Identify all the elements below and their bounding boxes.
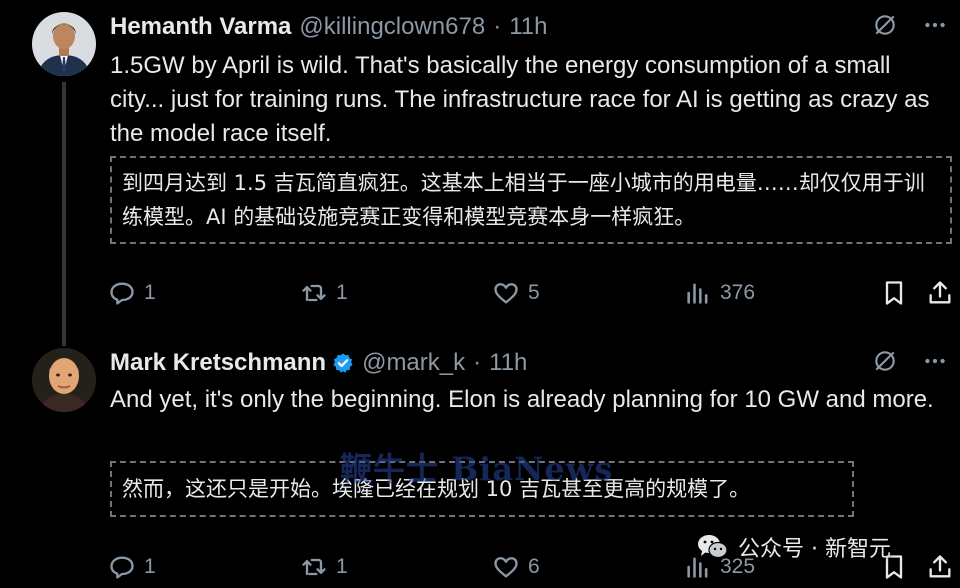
views-count: 376 bbox=[720, 281, 756, 304]
tweet-top-actions bbox=[872, 348, 948, 374]
like-icon bbox=[492, 553, 520, 581]
author-handle[interactable]: @mark_k bbox=[362, 349, 465, 377]
like-icon bbox=[492, 279, 520, 307]
reply-icon bbox=[108, 553, 136, 581]
repost-button[interactable]: 1 bbox=[300, 553, 492, 581]
bookmark-button[interactable] bbox=[880, 279, 926, 307]
tweet-actions: 1 1 5 376 bbox=[108, 276, 960, 310]
wechat-label-text: 公众号 · 新智元 bbox=[738, 537, 891, 562]
author-name[interactable]: Hemanth Varma bbox=[110, 13, 291, 41]
timestamp[interactable]: 11h bbox=[489, 349, 527, 377]
reply-button[interactable]: 1 bbox=[108, 279, 300, 307]
repost-count: 1 bbox=[336, 555, 348, 578]
author-name[interactable]: Mark Kretschmann bbox=[110, 349, 326, 377]
timestamp[interactable]: 11h bbox=[509, 13, 547, 41]
tweet[interactable]: Hemanth Varma @killingclown678 · 11h 1.5… bbox=[0, 0, 960, 346]
separator: · bbox=[473, 349, 482, 376]
bookmark-icon bbox=[880, 279, 908, 307]
reply-count: 1 bbox=[144, 555, 156, 578]
tweet-header: Mark Kretschmann @mark_k · 11h bbox=[110, 348, 527, 378]
reply-icon bbox=[108, 279, 136, 307]
share-button[interactable] bbox=[926, 553, 960, 581]
avatar-image bbox=[32, 12, 96, 76]
views-button[interactable]: 376 bbox=[684, 279, 880, 307]
avatar-image bbox=[32, 348, 96, 412]
like-count: 5 bbox=[528, 281, 540, 304]
wechat-account-label: 公众号 · 新智元 bbox=[696, 530, 891, 564]
translation-box: 到四月达到 1.5 吉瓦简直疯狂。这基本上相当于一座小城市的用电量……却仅仅用于… bbox=[110, 156, 952, 244]
share-icon bbox=[926, 279, 954, 307]
tweet-text: 1.5GW by April is wild. That's basically… bbox=[110, 52, 930, 147]
repost-button[interactable]: 1 bbox=[300, 279, 492, 307]
author-handle[interactable]: @killingclown678 bbox=[299, 13, 485, 41]
more-icon[interactable] bbox=[922, 12, 948, 38]
avatar[interactable] bbox=[32, 12, 96, 76]
wechat-icon bbox=[696, 530, 730, 564]
like-count: 6 bbox=[528, 555, 540, 578]
share-icon bbox=[926, 553, 954, 581]
grok-icon[interactable] bbox=[872, 12, 898, 38]
avatar[interactable] bbox=[32, 348, 96, 412]
reply-count: 1 bbox=[144, 281, 156, 304]
more-icon[interactable] bbox=[922, 348, 948, 374]
views-icon bbox=[684, 279, 712, 307]
repost-count: 1 bbox=[336, 281, 348, 304]
separator: · bbox=[493, 13, 502, 40]
tweet-top-actions bbox=[872, 12, 948, 38]
tweet-header: Hemanth Varma @killingclown678 · 11h bbox=[110, 12, 547, 42]
repost-icon bbox=[300, 553, 328, 581]
like-button[interactable]: 6 bbox=[492, 553, 684, 581]
repost-icon bbox=[300, 279, 328, 307]
reply-button[interactable]: 1 bbox=[108, 553, 300, 581]
grok-icon[interactable] bbox=[872, 348, 898, 374]
verified-badge-icon bbox=[332, 352, 354, 374]
like-button[interactable]: 5 bbox=[492, 279, 684, 307]
share-button[interactable] bbox=[926, 279, 960, 307]
thread-connector bbox=[62, 82, 66, 346]
tweet-text: And yet, it's only the beginning. Elon i… bbox=[110, 386, 934, 413]
watermark: 鞭牛士 BiaNews bbox=[340, 450, 614, 488]
